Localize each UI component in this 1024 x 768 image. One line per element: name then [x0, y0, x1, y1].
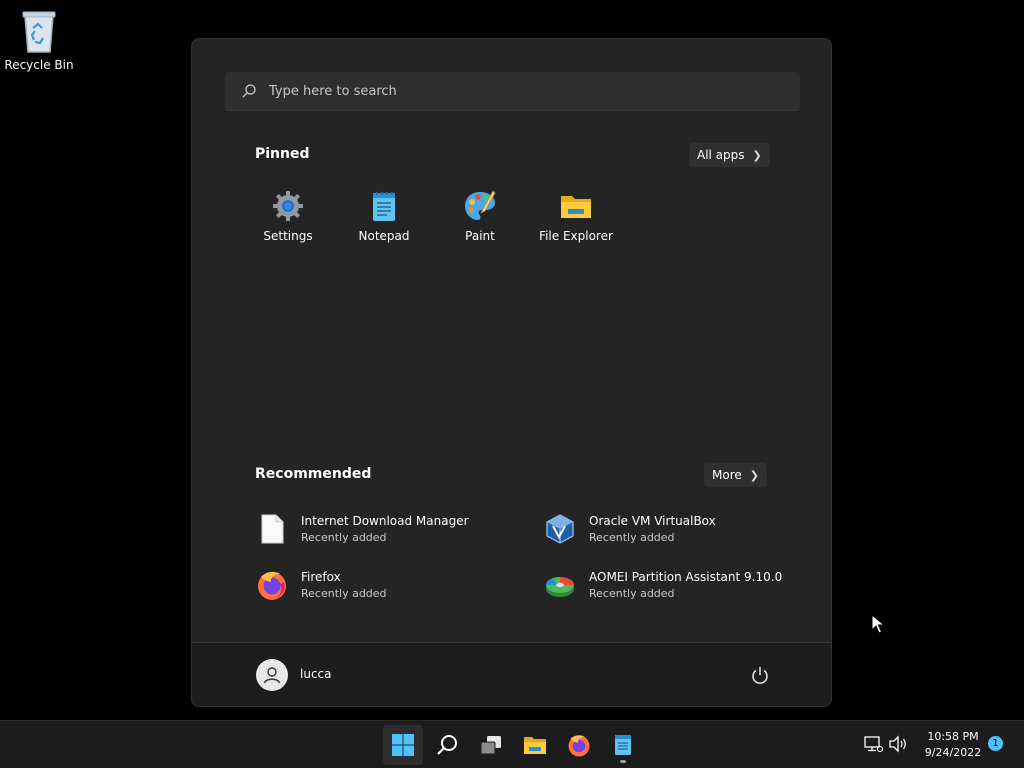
search-icon	[242, 84, 256, 98]
recycle-bin-label: Recycle Bin	[4, 58, 74, 72]
aomei-icon	[546, 577, 574, 597]
running-indicator	[620, 760, 626, 763]
chevron-right-icon: ❯	[749, 468, 759, 482]
search-placeholder: Type here to search	[269, 83, 397, 99]
more-label: More	[712, 468, 742, 482]
recommended-item-sub: Recently added	[301, 587, 387, 600]
taskbar-search-button[interactable]	[427, 725, 467, 765]
document-icon	[261, 514, 284, 544]
pinned-title: Pinned	[255, 146, 310, 162]
volume-icon[interactable]	[888, 734, 908, 754]
recommended-item[interactable]: Oracle VM VirtualBox Recently added	[544, 509, 814, 549]
firefox-icon	[568, 735, 590, 757]
settings-icon	[273, 191, 303, 221]
recommended-title: Recommended	[255, 466, 372, 482]
taskbar-file-explorer-button[interactable]	[515, 725, 555, 765]
clock-date: 9/24/2022	[924, 746, 982, 759]
power-icon[interactable]	[750, 665, 770, 685]
file-explorer-icon	[524, 737, 546, 754]
recommended-item-name: Firefox	[301, 570, 341, 584]
paint-icon	[465, 190, 496, 220]
network-icon[interactable]	[863, 734, 883, 754]
recommended-item-name: AOMEI Partition Assistant 9.10.0	[589, 570, 783, 584]
app-label: Settings	[263, 229, 313, 243]
taskbar-clock[interactable]: 10:58 PM 9/24/2022	[916, 729, 990, 761]
taskbar: 10:58 PM 9/24/2022	[0, 720, 1024, 768]
pinned-apps: Settings Notepad Paint File Explorer	[240, 189, 624, 243]
firefox-icon	[258, 571, 286, 600]
pinned-app-file-explorer[interactable]: File Explorer	[528, 189, 624, 243]
recommended-item-sub: Recently added	[301, 531, 387, 544]
file-explorer-icon	[561, 196, 591, 218]
start-menu: Type here to search Pinned All apps ❯ Se…	[191, 38, 832, 707]
start-icon	[392, 734, 414, 756]
all-apps-button[interactable]: All apps ❯	[689, 143, 770, 167]
pinned-app-settings[interactable]: Settings	[240, 189, 336, 243]
user-avatar[interactable]	[256, 659, 288, 691]
recommended-item-sub: Recently added	[589, 531, 675, 544]
app-label: Paint	[465, 229, 495, 243]
taskbar-firefox-button[interactable]	[559, 725, 599, 765]
recommended-item-sub: Recently added	[589, 587, 675, 600]
notepad-icon	[615, 735, 631, 755]
user-icon	[263, 667, 281, 684]
recycle-bin-icon	[22, 11, 56, 53]
taskbar-task-view-button[interactable]	[471, 725, 511, 765]
recycle-bin-desktop-icon[interactable]: Recycle Bin	[4, 8, 74, 72]
taskbar-start-button[interactable]	[383, 725, 423, 765]
start-search-box[interactable]: Type here to search	[225, 72, 800, 111]
user-name[interactable]: lucca	[300, 667, 332, 681]
notification-badge[interactable]: 1	[988, 736, 1003, 751]
recommended-item[interactable]: Firefox Recently added	[256, 565, 526, 605]
recommended-item[interactable]: AOMEI Partition Assistant 9.10.0 Recentl…	[544, 565, 814, 605]
chevron-right-icon: ❯	[752, 148, 762, 162]
mouse-cursor-icon	[871, 614, 885, 634]
recommended-item-name: Oracle VM VirtualBox	[589, 514, 716, 528]
pinned-app-paint[interactable]: Paint	[432, 189, 528, 243]
virtualbox-icon	[546, 514, 574, 544]
notepad-icon	[373, 191, 395, 221]
app-label: File Explorer	[539, 229, 613, 243]
search-icon	[437, 735, 457, 755]
pinned-app-notepad[interactable]: Notepad	[336, 189, 432, 243]
recommended-item-name: Internet Download Manager	[301, 514, 469, 528]
taskbar-notepad-button[interactable]	[603, 725, 643, 765]
recommended-item[interactable]: Internet Download Manager Recently added	[256, 509, 526, 549]
clock-time: 10:58 PM	[927, 730, 979, 743]
all-apps-label: All apps	[697, 148, 745, 162]
task-view-icon	[480, 736, 501, 755]
app-label: Notepad	[358, 229, 410, 243]
start-footer: lucca	[192, 642, 831, 706]
more-button[interactable]: More ❯	[704, 463, 767, 487]
